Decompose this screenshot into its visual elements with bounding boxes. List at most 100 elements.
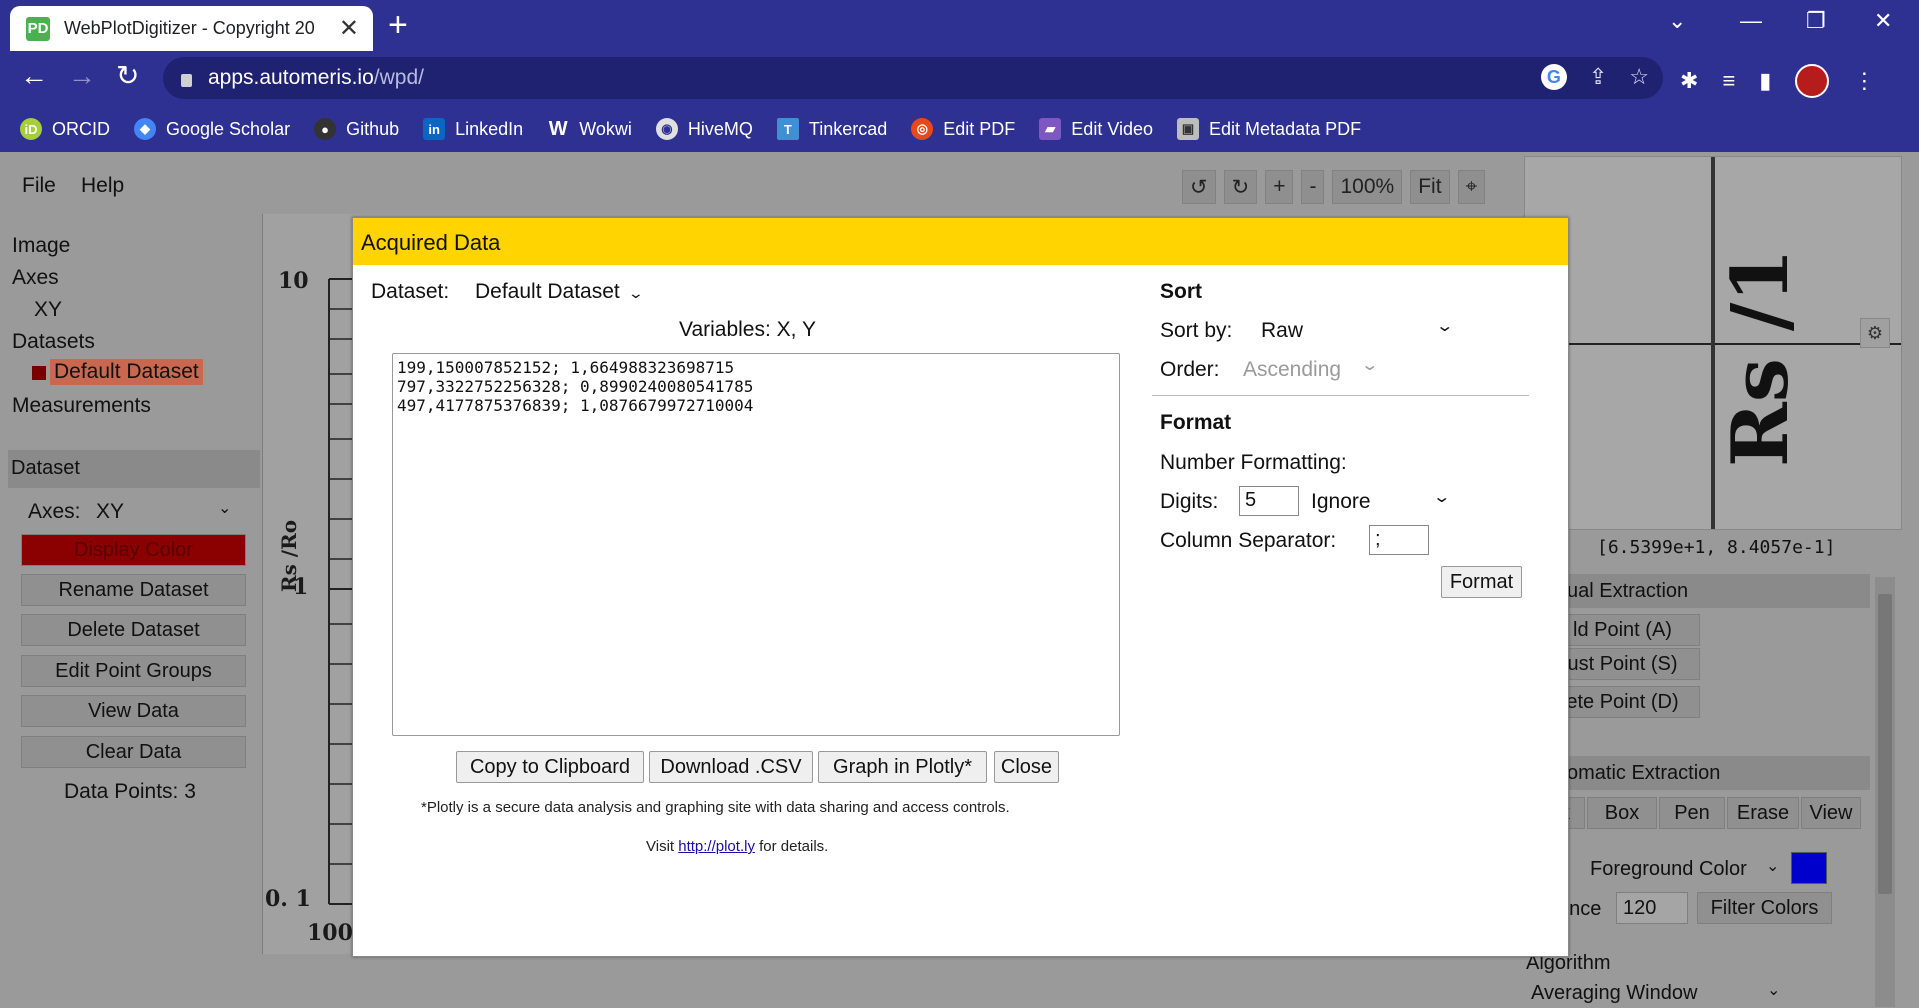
reload-icon[interactable]: ↻ [116, 62, 139, 90]
bookmark-star-icon[interactable]: ☆ [1629, 64, 1649, 90]
close-tab-icon[interactable]: ✕ [339, 16, 359, 41]
clear-data-button[interactable]: Clear Data [21, 736, 246, 768]
axes-select-label: Axes: [28, 500, 81, 523]
bookmark-orcid[interactable]: iD ORCID [20, 118, 110, 140]
menu-dots-icon[interactable]: ⋮ [1853, 68, 1875, 94]
rotate-left-icon[interactable]: ↺ [1182, 170, 1216, 204]
bookmark-google-scholar[interactable]: ◆ Google Scholar [134, 118, 290, 140]
digits-input[interactable]: 5 [1239, 486, 1299, 516]
column-separator-input[interactable]: ; [1369, 525, 1429, 555]
chevron-down-icon[interactable]: ⌄ [1432, 487, 1451, 507]
forward-icon[interactable]: → [68, 62, 96, 90]
order-select[interactable]: Ascending [1243, 358, 1341, 382]
share-icon[interactable]: ⇪ [1589, 64, 1607, 90]
sort-by-select[interactable]: Raw [1261, 319, 1303, 343]
algorithm-select[interactable]: Averaging Window [1531, 982, 1697, 1005]
address-bar[interactable]: apps.automeris.io/wpd/ G ⇪ ☆ [163, 57, 1663, 99]
zoom-level[interactable]: 100% [1332, 170, 1403, 204]
tab-title: WebPlotDigitizer - Copyright 20 [64, 18, 315, 38]
data-points-count: Data Points: 3 [64, 780, 196, 803]
gear-icon[interactable]: ⚙ [1860, 318, 1890, 348]
auto-tool-box[interactable]: Box [1587, 797, 1657, 829]
editpdf-icon: ◎ [911, 118, 934, 140]
close-window-icon[interactable]: ✕ [1874, 8, 1892, 34]
plotly-link[interactable]: http://plot.ly [678, 838, 755, 855]
foreground-color-select[interactable]: Foreground Color [1590, 858, 1747, 881]
github-icon: ● [314, 118, 337, 140]
bookmark-linkedin[interactable]: in LinkedIn [423, 118, 523, 140]
crosshair-icon[interactable]: ⌖ [1457, 170, 1486, 204]
chevron-down-icon[interactable]: ⌄ [1435, 316, 1454, 336]
number-formatting-label: Number Formatting: [1160, 451, 1347, 474]
restore-icon[interactable]: ❐ [1806, 8, 1826, 34]
profile-avatar[interactable] [1795, 64, 1830, 98]
left-sidebar: Image Axes XY Datasets Default Dataset M… [0, 214, 260, 1008]
url-text[interactable]: apps.automeris.io/wpd/ [208, 66, 424, 90]
plotly-visit-line: Visit http://plot.ly for details. [646, 838, 829, 855]
edit-point-groups-button[interactable]: Edit Point Groups [21, 655, 246, 687]
delete-dataset-button[interactable]: Delete Dataset [21, 614, 246, 646]
cursor-coordinates: [6.5399e+1, 8.4057e-1] [1597, 537, 1836, 558]
auto-tool-view[interactable]: View [1801, 797, 1861, 829]
extensions-icon[interactable]: ✱ [1680, 68, 1698, 94]
chevron-down-icon[interactable]: ⌄ [1767, 980, 1780, 1000]
bookmark-edit-video[interactable]: ▰ Edit Video [1039, 118, 1153, 140]
bookmark-edit-pdf[interactable]: ◎ Edit PDF [911, 118, 1015, 140]
column-separator-label: Column Separator: [1160, 529, 1337, 552]
status-strip [0, 954, 1522, 1008]
chevron-down-icon[interactable]: ⌄ [218, 498, 231, 518]
google-icon[interactable]: G [1540, 64, 1567, 90]
back-icon[interactable]: ← [20, 62, 48, 90]
minimize-icon[interactable]: — [1740, 8, 1762, 34]
tree-axes[interactable]: Axes [12, 266, 59, 290]
rename-dataset-button[interactable]: Rename Dataset [21, 574, 246, 606]
chevron-down-icon[interactable]: ⌄ [1766, 856, 1779, 876]
sidepanel-icon[interactable]: ▮ [1759, 68, 1771, 94]
tree-axes-xy[interactable]: XY [34, 298, 62, 322]
graph-in-plotly-button[interactable]: Graph in Plotly* [818, 751, 987, 783]
foreground-color-swatch[interactable] [1791, 852, 1827, 884]
tree-image[interactable]: Image [12, 234, 70, 258]
new-tab-icon[interactable]: + [388, 8, 408, 42]
scrollbar-thumb[interactable] [1878, 594, 1892, 894]
close-button[interactable]: Close [994, 751, 1059, 783]
tree-measurements[interactable]: Measurements [12, 394, 151, 418]
fit-button[interactable]: Fit [1410, 170, 1450, 204]
y-tick-10: 10 [278, 268, 309, 294]
bookmark-wokwi[interactable]: W Wokwi [547, 118, 632, 140]
view-data-button[interactable]: View Data [21, 695, 246, 727]
tree-default-dataset[interactable]: Default Dataset [50, 359, 203, 385]
bookmark-github[interactable]: ● Github [314, 118, 399, 140]
chevron-down-icon[interactable]: ⌄ [1360, 355, 1379, 375]
menu-help[interactable]: Help [81, 174, 124, 198]
dataset-select[interactable]: Default Dataset ⌄ [475, 280, 644, 304]
filter-colors-button[interactable]: Filter Colors [1697, 892, 1832, 924]
x-tick-100: 100 [307, 920, 353, 946]
zoom-out-button[interactable]: - [1301, 170, 1325, 204]
wpd-favicon-icon: PD [26, 16, 50, 41]
browser-tab[interactable]: PD WebPlotDigitizer - Copyright 20 ✕ [10, 6, 373, 51]
axes-select[interactable]: XY [96, 500, 124, 524]
copy-to-clipboard-button[interactable]: Copy to Clipboard [456, 751, 644, 783]
variables-text: Variables: X, Y [679, 318, 816, 341]
tree-datasets[interactable]: Datasets [12, 330, 95, 354]
download-csv-button[interactable]: Download .CSV [649, 751, 813, 783]
bookmark-tinkercad[interactable]: T Tinkercad [776, 118, 887, 140]
hivemq-icon: ◉ [655, 118, 678, 140]
auto-tool-erase[interactable]: Erase [1727, 797, 1799, 829]
dataset-color-swatch [32, 366, 46, 380]
rotate-right-icon[interactable]: ↻ [1223, 170, 1258, 204]
digits-mode-select[interactable]: Ignore [1311, 490, 1371, 514]
display-color-button[interactable]: Display Color [21, 534, 246, 566]
menu-file[interactable]: File [22, 174, 56, 198]
format-button[interactable]: Format [1441, 566, 1522, 598]
bookmark-hivemq[interactable]: ◉ HiveMQ [655, 118, 753, 140]
zoom-in-button[interactable]: + [1265, 170, 1294, 204]
auto-tool-pen[interactable]: Pen [1659, 797, 1725, 829]
tab-search-icon[interactable]: ⌄ [1668, 8, 1686, 34]
bookmark-edit-metadata-pdf[interactable]: ▣ Edit Metadata PDF [1177, 118, 1361, 140]
media-icon[interactable]: ≡ [1722, 68, 1735, 94]
data-textarea[interactable]: 199,150007852152; 1,664988323698715 797,… [392, 353, 1120, 736]
distance-input[interactable]: 120 [1616, 892, 1688, 924]
sort-by-label: Sort by: [1160, 319, 1233, 342]
